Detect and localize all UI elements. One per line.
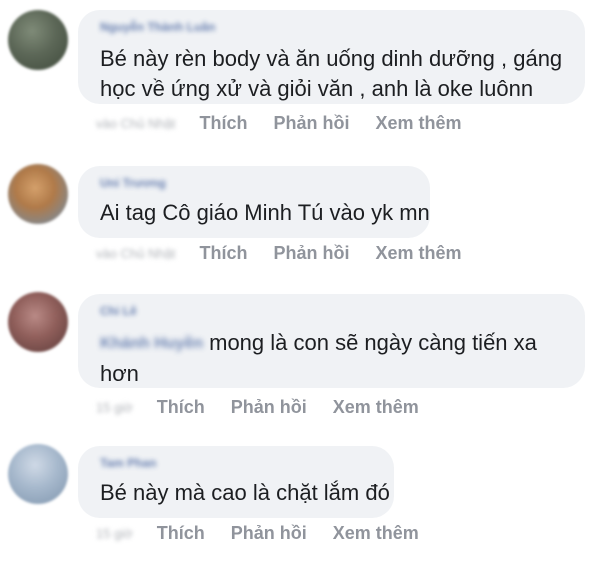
comment-text: Bé này mà cao là chặt lắm đó bbox=[100, 478, 390, 508]
comment-text-fragment: mong là con sẽ ngày càng tiến xa bbox=[209, 330, 537, 355]
reply-button[interactable]: Phản hồi bbox=[231, 397, 307, 418]
comment-text: Bé này rèn body và ăn uống dinh dưỡng , … bbox=[100, 44, 562, 104]
comment-actions: 15 giờ Thích Phản hồi Xem thêm bbox=[96, 394, 445, 420]
comment-time[interactable]: 15 giờ bbox=[96, 400, 133, 415]
comment-time[interactable]: vào Chủ Nhật bbox=[96, 116, 176, 131]
comment-author[interactable]: Tam Phan bbox=[100, 456, 156, 470]
comment-author[interactable]: Uni Trương bbox=[100, 176, 166, 190]
see-more-button[interactable]: Xem thêm bbox=[376, 243, 462, 264]
comment-text-line: Khánh Huyền mong là con sẽ ngày càng tiến… bbox=[100, 328, 537, 359]
reply-button[interactable]: Phản hồi bbox=[274, 113, 350, 134]
like-button[interactable]: Thích bbox=[200, 113, 248, 134]
comment-bubble: Uni Trương Ai tag Cô giáo Minh Tú vào yk… bbox=[78, 166, 430, 238]
comment-text-line: hơn bbox=[100, 361, 139, 386]
avatar[interactable] bbox=[8, 164, 68, 224]
comment-text-line: Bé này rèn body và ăn uống dinh dưỡng , … bbox=[100, 46, 563, 71]
like-button[interactable]: Thích bbox=[157, 397, 205, 418]
comment-actions: vào Chủ Nhật Thích Phản hồi Xem thêm bbox=[96, 240, 488, 266]
comment-bubble: Nguyễn Thành Luân Bé này rèn body và ăn … bbox=[78, 10, 585, 104]
avatar[interactable] bbox=[8, 444, 68, 504]
comment-text-line: Bé này mà cao là chặt lắm đó bbox=[100, 480, 390, 505]
see-more-button[interactable]: Xem thêm bbox=[333, 523, 419, 544]
comment-time[interactable]: 15 giờ bbox=[96, 526, 133, 541]
comment-text-line: Ai tag Cô giáo Minh Tú vào yk mn bbox=[100, 200, 430, 225]
like-button[interactable]: Thích bbox=[157, 523, 205, 544]
avatar[interactable] bbox=[8, 10, 68, 70]
like-button[interactable]: Thích bbox=[200, 243, 248, 264]
comment-bubble: Chi Lê Khánh Huyền mong là con sẽ ngày cà… bbox=[78, 294, 585, 388]
avatar[interactable] bbox=[8, 292, 68, 352]
see-more-button[interactable]: Xem thêm bbox=[376, 113, 462, 134]
comment-actions: vào Chủ Nhật Thích Phản hồi Xem thêm bbox=[96, 110, 488, 136]
comment-author[interactable]: Chi Lê bbox=[100, 304, 137, 318]
mention-link[interactable]: Khánh Huyền bbox=[100, 329, 203, 359]
reply-button[interactable]: Phản hồi bbox=[274, 243, 350, 264]
comment-actions: 15 giờ Thích Phản hồi Xem thêm bbox=[96, 520, 445, 546]
comment-author[interactable]: Nguyễn Thành Luân bbox=[100, 20, 215, 34]
see-more-button[interactable]: Xem thêm bbox=[333, 397, 419, 418]
comment-text: Ai tag Cô giáo Minh Tú vào yk mn bbox=[100, 198, 430, 228]
comment-bubble: Tam Phan Bé này mà cao là chặt lắm đó bbox=[78, 446, 394, 518]
comment-time[interactable]: vào Chủ Nhật bbox=[96, 246, 176, 261]
reply-button[interactable]: Phản hồi bbox=[231, 523, 307, 544]
comment-text: Khánh Huyền mong là con sẽ ngày càng tiến… bbox=[100, 328, 537, 389]
comment-text-line: học về ứng xử và giỏi văn , anh là oke l… bbox=[100, 76, 534, 101]
